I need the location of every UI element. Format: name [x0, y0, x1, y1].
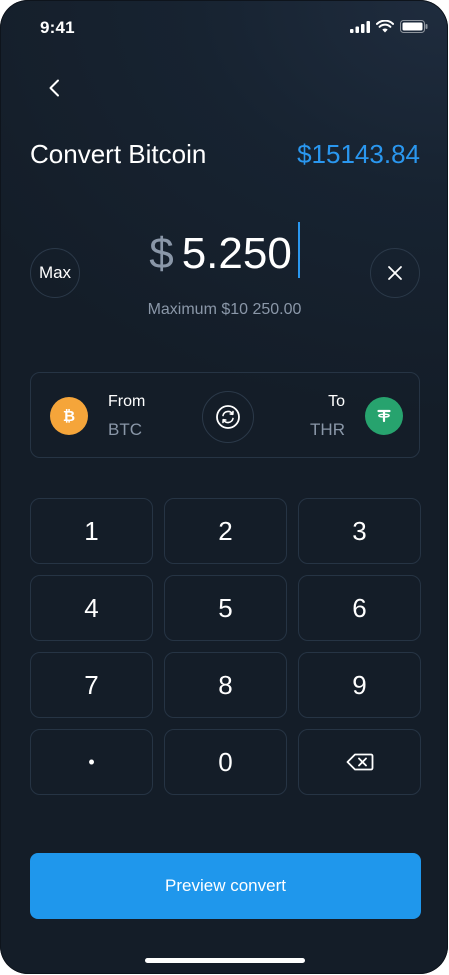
battery-icon [400, 20, 428, 33]
btc-coin-icon: ₿ [50, 397, 88, 435]
key-4[interactable]: 4 [30, 575, 153, 641]
close-icon [388, 266, 402, 280]
preview-convert-button[interactable]: Preview convert [30, 853, 421, 919]
maximum-amount-text: Maximum $10 250.00 [147, 301, 302, 318]
svg-text:₿: ₿ [63, 407, 75, 425]
key-decimal[interactable]: • [30, 729, 153, 795]
swap-icon [216, 405, 240, 429]
key-8[interactable]: 8 [164, 652, 287, 718]
back-button[interactable] [38, 72, 70, 104]
status-time: 9:41 [40, 18, 75, 37]
key-9[interactable]: 9 [298, 652, 421, 718]
wifi-icon [376, 20, 394, 33]
backspace-icon [346, 753, 373, 771]
key-5[interactable]: 5 [164, 575, 287, 641]
tether-icon [377, 409, 391, 423]
key-3[interactable]: 3 [298, 498, 421, 564]
chevron-left-icon [49, 79, 59, 97]
to-label: To [328, 393, 345, 410]
key-7[interactable]: 7 [30, 652, 153, 718]
phone-screen: 9:41 Convert Bitcoin $15143.84 Max $ 5.2… [0, 0, 448, 974]
from-label: From [108, 393, 146, 410]
text-caret [297, 222, 300, 278]
conversion-card: ₿ From BTC To THR [30, 372, 420, 458]
from-currency[interactable]: BTC [108, 420, 142, 440]
numeric-keypad: 1 2 3 4 5 6 7 8 9 • 0 [30, 498, 421, 795]
status-bar: 9:41 [0, 0, 448, 58]
key-2[interactable]: 2 [164, 498, 287, 564]
page-title: Convert Bitcoin [30, 139, 207, 169]
key-backspace[interactable] [298, 729, 421, 795]
currency-symbol: $ [149, 229, 174, 278]
thr-coin-icon [365, 397, 403, 435]
swap-button[interactable] [202, 391, 254, 443]
signal-icon [350, 20, 370, 33]
key-0[interactable]: 0 [164, 729, 287, 795]
balance-value: $15143.84 [297, 139, 420, 169]
home-indicator [145, 958, 305, 963]
key-6[interactable]: 6 [298, 575, 421, 641]
clear-button[interactable] [370, 248, 420, 298]
status-icons [350, 20, 428, 33]
to-currency[interactable]: THR [310, 420, 345, 440]
amount-value: 5.250 [181, 229, 292, 278]
bitcoin-icon: ₿ [63, 407, 75, 425]
key-1[interactable]: 1 [30, 498, 153, 564]
